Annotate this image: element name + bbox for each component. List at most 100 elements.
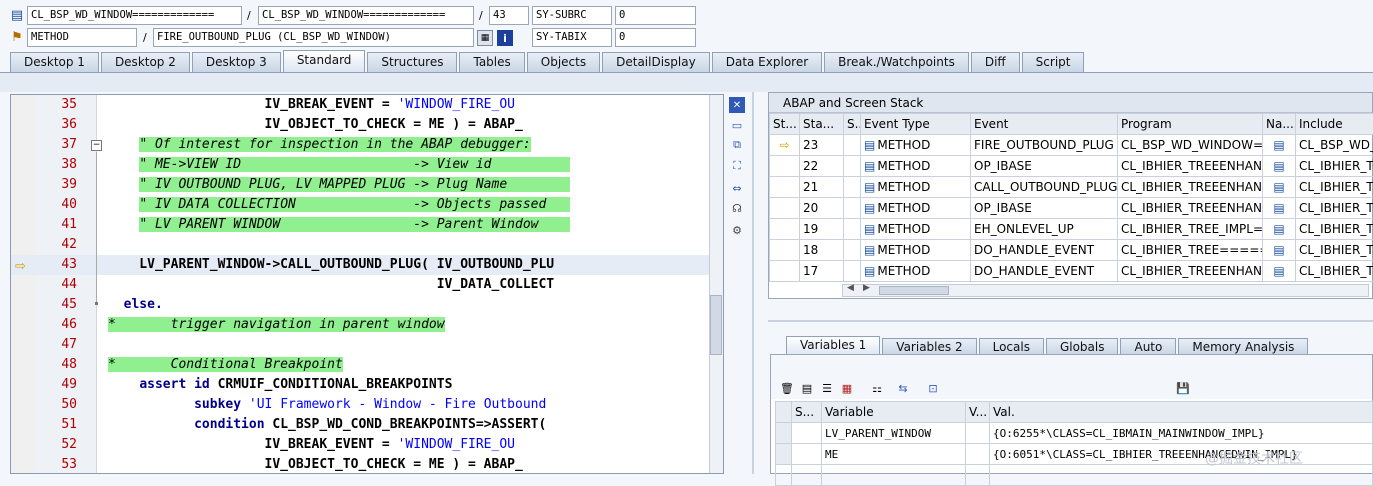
stack-row[interactable]: 18▤METHODDO_HANDLE_EVENTCL_IBHIER_TREE==…: [770, 240, 1373, 261]
navigate-icon[interactable]: ▤: [1273, 243, 1284, 257]
stack-column-header[interactable]: Event Type: [861, 114, 971, 135]
tab-detaildisplay[interactable]: DetailDisplay: [602, 52, 710, 72]
services-icon[interactable]: ☊: [729, 200, 745, 216]
code-line[interactable]: 47: [11, 335, 711, 355]
code-line[interactable]: 40 " IV DATA COLLECTION -> Objects passe…: [11, 195, 711, 215]
stack-row[interactable]: ⇨23▤METHODFIRE_OUTBOUND_PLUGCL_BSP_WD_WI…: [770, 135, 1373, 156]
navigate-icon[interactable]: ⇆: [895, 380, 911, 396]
export-icon[interactable]: ▦: [839, 380, 855, 396]
code-line[interactable]: 43 LV_PARENT_WINDOW->CALL_OUTBOUND_PLUG(…: [11, 255, 711, 275]
code-line[interactable]: 38 " ME->VIEW ID -> View id: [11, 155, 711, 175]
stack-row[interactable]: 21▤METHODCALL_OUTBOUND_PLUGCL_IBHIER_TRE…: [770, 177, 1373, 198]
var-empty-cell[interactable]: [776, 465, 792, 486]
var-column-header[interactable]: Val.: [990, 402, 1373, 423]
tab-desktop-3[interactable]: Desktop 3: [192, 52, 281, 72]
navigate-icon[interactable]: ▤: [1273, 222, 1284, 236]
code-line[interactable]: 48* Conditional Breakpoint: [11, 355, 711, 375]
var-row[interactable]: LV_PARENT_WINDOW {O:6255*\CLASS=CL_IBMAIN…: [776, 423, 1373, 444]
tab-objects[interactable]: Objects: [527, 52, 600, 72]
copy-icon[interactable]: ⧉: [729, 137, 745, 153]
stack-column-header[interactable]: Include: [1296, 114, 1373, 135]
tab-desktop-2[interactable]: Desktop 2: [101, 52, 190, 72]
code-line[interactable]: 53 IV_OBJECT_TO_CHECK = ME ) = ABAP_: [11, 455, 711, 474]
code-line[interactable]: 50 subkey 'UI Framework - Window - Fire …: [11, 395, 711, 415]
tab-data-explorer[interactable]: Data Explorer: [712, 52, 822, 72]
var-tab-auto[interactable]: Auto: [1120, 338, 1176, 355]
var-value[interactable]: {O:6255*\CLASS=CL_IBMAIN_MAINWINDOW_IMPL…: [990, 423, 1373, 444]
line-number-field[interactable]: 43: [489, 6, 529, 25]
splitter[interactable]: [752, 92, 754, 474]
sy-subrc-value[interactable]: 0: [615, 6, 696, 25]
code-line[interactable]: 39 " IV OUTBOUND PLUG, LV MAPPED PLUG ->…: [11, 175, 711, 195]
var-select-cell[interactable]: [776, 444, 792, 465]
class-name-field-2[interactable]: CL_BSP_WD_WINDOW=============: [258, 6, 474, 25]
stack-nav-cell[interactable]: ▤: [1263, 219, 1296, 240]
tab-desktop-1[interactable]: Desktop 1: [10, 52, 99, 72]
var-tab-variables-2[interactable]: Variables 2: [882, 338, 976, 355]
list-icon[interactable]: ☰: [819, 380, 835, 396]
navigate-icon[interactable]: ▤: [1273, 201, 1284, 215]
scrollbar-thumb[interactable]: [710, 295, 722, 355]
event-type-field[interactable]: METHOD: [27, 28, 137, 47]
tab-script[interactable]: Script: [1022, 52, 1085, 72]
code-line[interactable]: 49 assert id CRMUIF_CONDITIONAL_BREAKPOI…: [11, 375, 711, 395]
new-tool-icon[interactable]: ▭: [729, 117, 745, 133]
var-empty-cell[interactable]: [990, 465, 1373, 486]
stack-column-header[interactable]: Event: [971, 114, 1118, 135]
var-name[interactable]: LV_PARENT_WINDOW: [822, 423, 966, 444]
save-icon[interactable]: 💾: [1175, 380, 1191, 396]
var-empty-cell[interactable]: [822, 465, 966, 486]
code-line[interactable]: 52 IV_BREAK_EVENT = 'WINDOW_FIRE_OU: [11, 435, 711, 455]
var-tab-variables-1[interactable]: Variables 1: [786, 336, 880, 355]
stack-nav-cell[interactable]: ▤: [1263, 156, 1296, 177]
navigate-icon[interactable]: ▤: [1273, 138, 1284, 152]
code-line[interactable]: 51 condition CL_BSP_WD_COND_BREAKPOINTS=…: [11, 415, 711, 435]
code-line[interactable]: 46* trigger navigation in parent window: [11, 315, 711, 335]
stack-column-header[interactable]: Sta...: [800, 114, 844, 135]
hierarchy-icon[interactable]: ⚏: [869, 380, 885, 396]
navigate-icon[interactable]: ▤: [1273, 159, 1284, 173]
scrollbar-thumb[interactable]: [879, 286, 949, 295]
tab-break-watchpoints[interactable]: Break./Watchpoints: [824, 52, 969, 72]
tab-diff[interactable]: Diff: [971, 52, 1020, 72]
stack-nav-cell[interactable]: ▤: [1263, 198, 1296, 219]
stack-column-header[interactable]: Program: [1118, 114, 1263, 135]
source-code-editor[interactable]: 35 IV_BREAK_EVENT = 'WINDOW_FIRE_OU36 IV…: [10, 94, 724, 474]
stack-row[interactable]: 22▤METHODOP_IBASECL_IBHIER_TREEENHAN...▤…: [770, 156, 1373, 177]
stack-row[interactable]: 20▤METHODOP_IBASECL_IBHIER_TREEENHAN...▤…: [770, 198, 1373, 219]
var-name[interactable]: ME: [822, 444, 966, 465]
code-line[interactable]: 36 IV_OBJECT_TO_CHECK = ME ) = ABAP_: [11, 115, 711, 135]
class-name-field-1[interactable]: CL_BSP_WD_WINDOW=============: [27, 6, 242, 25]
var-value[interactable]: {O:6051*\CLASS=CL_IBHIER_TREEENHANCEDWIN…: [990, 444, 1373, 465]
info-icon[interactable]: i: [497, 30, 513, 46]
scroll-right-icon[interactable]: ▶: [863, 283, 870, 293]
code-line[interactable]: 44 IV_DATA_COLLECT: [11, 275, 711, 295]
navigate-icon[interactable]: ▤: [1273, 180, 1284, 194]
navigate-icon[interactable]: ▤: [1273, 264, 1284, 278]
tab-structures[interactable]: Structures: [367, 52, 457, 72]
stack-nav-cell[interactable]: ▤: [1263, 177, 1296, 198]
code-line[interactable]: 45 else.: [11, 295, 711, 315]
var-tab-memory-analysis[interactable]: Memory Analysis: [1178, 338, 1308, 355]
stack-row[interactable]: 19▤METHODEH_ONLEVEL_UPCL_IBHIER_TREE_IMP…: [770, 219, 1373, 240]
stack-column-header[interactable]: S...: [844, 114, 861, 135]
horizontal-scrollbar[interactable]: ◀ ▶: [842, 284, 1369, 297]
var-select-cell[interactable]: [776, 423, 792, 444]
code-line[interactable]: 42: [11, 235, 711, 255]
stack-nav-cell[interactable]: ▤: [1263, 240, 1296, 261]
vertical-scrollbar[interactable]: [709, 95, 723, 474]
var-select-header[interactable]: [776, 402, 792, 423]
tab-tables[interactable]: Tables: [459, 52, 524, 72]
var-column-header[interactable]: S...: [792, 402, 822, 423]
stack-row[interactable]: 17▤METHODDO_HANDLE_EVENTCL_IBHIER_TREEEN…: [770, 261, 1373, 282]
swap-icon[interactable]: ⇔: [729, 180, 745, 196]
var-column-header[interactable]: Variable: [822, 402, 966, 423]
sy-tabix-value[interactable]: 0: [615, 28, 696, 47]
code-line[interactable]: 41 " LV PARENT WINDOW -> Parent Window: [11, 215, 711, 235]
splitter[interactable]: [768, 320, 1373, 322]
stack-column-header[interactable]: St...: [770, 114, 800, 135]
var-tab-globals[interactable]: Globals: [1046, 338, 1119, 355]
var-empty-cell[interactable]: [966, 465, 990, 486]
var-column-header[interactable]: V...: [966, 402, 990, 423]
stack-nav-cell[interactable]: ▤: [1263, 261, 1296, 282]
